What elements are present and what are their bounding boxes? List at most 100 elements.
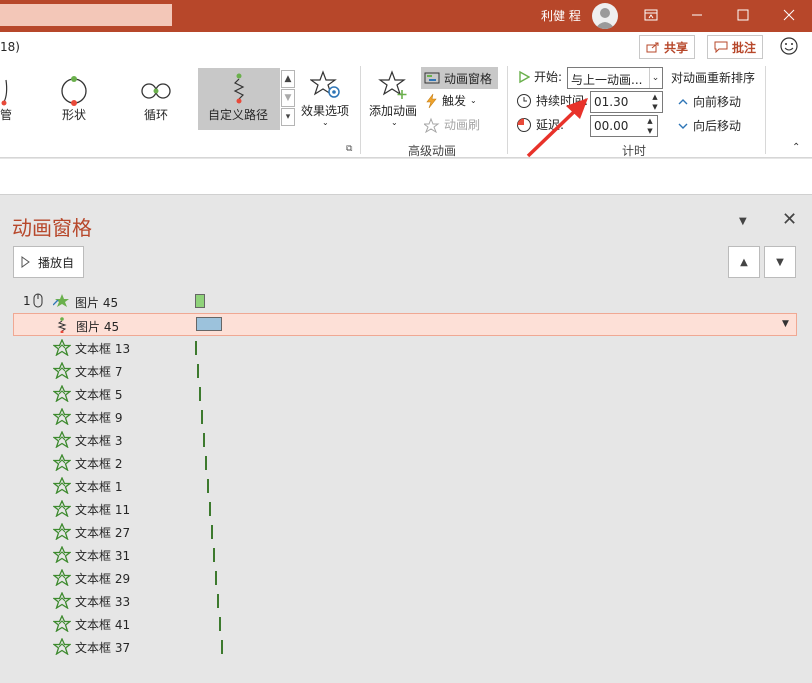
move-up-button[interactable]: ▲ — [728, 246, 760, 278]
delay-field[interactable]: 00.00 ▲ ▼ — [590, 115, 658, 137]
share-button[interactable]: 共享 — [639, 35, 696, 59]
move-earlier-button[interactable]: 向前移动 — [677, 93, 741, 110]
gallery-scroll-down-icon[interactable]: ▼ — [281, 89, 295, 107]
emphasis-effect-icon — [52, 591, 72, 612]
pane-options-chevron-icon[interactable]: ▼ — [739, 216, 747, 227]
animation-list-item[interactable]: 文本框 9 — [13, 405, 797, 428]
avatar[interactable] — [592, 3, 618, 29]
animation-painter-button[interactable]: 动画刷 — [424, 116, 480, 133]
timeline-bar[interactable] — [213, 548, 215, 562]
item-dropdown-icon[interactable]: ▼ — [782, 319, 789, 329]
timeline-bar[interactable] — [209, 502, 211, 516]
move-later-label: 向后移动 — [693, 119, 742, 133]
timeline-bar[interactable] — [196, 317, 222, 331]
timeline-bar[interactable] — [219, 617, 221, 631]
chevron-down-icon[interactable]: ⌄ — [649, 68, 661, 88]
emphasis-effect-icon — [52, 637, 72, 658]
move-later-button[interactable]: 向后移动 — [677, 117, 741, 134]
share-icon — [646, 42, 659, 53]
spin-arrows-icon[interactable]: ▲ ▼ — [644, 116, 656, 136]
gallery-item-custom-path[interactable]: 自定义路径 — [198, 68, 280, 130]
animation-item-name: 文本框 33 — [75, 595, 131, 609]
animation-item-name: 文本框 31 — [75, 549, 131, 563]
animation-list-item[interactable]: 文本框 5 — [13, 382, 797, 405]
play-from-button[interactable]: 播放自 — [13, 246, 84, 278]
start-select[interactable]: 与上一动画... ⌄ — [567, 67, 663, 89]
timeline-bar[interactable] — [205, 456, 207, 470]
timeline-bar[interactable] — [221, 640, 223, 654]
animation-list-item[interactable]: 文本框 33 — [13, 589, 797, 612]
close-window-icon[interactable] — [766, 0, 812, 30]
animation-list-item[interactable]: 文本框 31 — [13, 543, 797, 566]
effect-options-button[interactable]: 效果选项 ⌄ — [298, 68, 354, 138]
animation-list-item[interactable]: 文本框 11 — [13, 497, 797, 520]
gallery-more-icon[interactable]: ▾ — [281, 108, 295, 126]
animation-item-name: 文本框 37 — [75, 641, 131, 655]
emphasis-effect-icon — [52, 545, 72, 566]
emphasis-effect-icon — [52, 522, 72, 543]
trigger-label: 触发 — [442, 94, 467, 108]
gallery-item-label: 自定义路径 — [208, 108, 269, 122]
timeline-bar[interactable] — [211, 525, 213, 539]
chevron-down-icon: ⌄ — [322, 118, 329, 127]
advanced-animation-group-label: 高级动画 — [408, 144, 457, 158]
chevron-down-icon: ⌄ — [470, 96, 477, 105]
animation-item-name: 文本框 9 — [75, 411, 123, 425]
chevron-down-icon: ⌄ — [391, 118, 398, 127]
ribbon-display-options-icon[interactable] — [628, 0, 674, 30]
gallery-item-partial[interactable]: 管 — [0, 70, 36, 126]
animation-list-item[interactable]: 文本框 37 — [13, 635, 797, 658]
gallery-item-shape[interactable]: 形状 — [38, 70, 110, 126]
dialog-launcher-icon[interactable]: ⧉ — [346, 144, 352, 154]
trigger-button[interactable]: 触发 ⌄ — [424, 92, 477, 109]
timeline-bar[interactable] — [199, 387, 201, 401]
gallery-scroll-up-icon[interactable]: ▲ — [281, 70, 295, 88]
maximize-icon[interactable] — [720, 0, 766, 30]
timeline-bar[interactable] — [201, 410, 203, 424]
emphasis-effect-icon — [52, 430, 72, 451]
delay-label: 延迟: — [536, 118, 565, 132]
duration-field[interactable]: 01.30 ▲ ▼ — [590, 91, 663, 113]
timeline-bar[interactable] — [217, 594, 219, 608]
gallery-item-loop[interactable]: 循环 — [120, 70, 192, 126]
animation-item-name: 文本框 2 — [75, 457, 123, 471]
user-name: 利健 程 — [541, 9, 581, 23]
timeline-bar[interactable] — [197, 364, 199, 378]
timeline-bar[interactable] — [195, 341, 197, 355]
title-search-field[interactable] — [0, 4, 172, 26]
animation-list-item[interactable]: 文本框 13 — [13, 336, 797, 359]
animation-pane-button[interactable]: 动画窗格 — [421, 67, 498, 89]
animation-item-name: 文本框 1 — [75, 480, 123, 494]
comments-button[interactable]: 批注 — [707, 35, 764, 59]
animation-list-item[interactable]: 文本框 27 — [13, 520, 797, 543]
animation-list-item[interactable]: 文本框 2 — [13, 451, 797, 474]
close-icon[interactable]: ✕ — [782, 209, 797, 230]
animation-list-item[interactable]: 1 图片 45 — [13, 290, 797, 313]
timeline-bar[interactable] — [195, 294, 205, 308]
delay-clock-icon — [517, 117, 531, 132]
animation-pane-label: 动画窗格 — [444, 71, 493, 86]
animation-list-item[interactable]: 图片 45 ▼ — [13, 313, 797, 336]
animation-list-item[interactable]: 文本框 29 — [13, 566, 797, 589]
emphasis-effect-icon — [52, 407, 72, 428]
start-select-value: 与上一动画... — [571, 73, 643, 87]
timeline-bar[interactable] — [215, 571, 217, 585]
timeline-bar[interactable] — [207, 479, 209, 493]
collapse-ribbon-icon[interactable]: ⌃ — [792, 142, 800, 153]
animation-list-item[interactable]: 文本框 1 — [13, 474, 797, 497]
add-animation-button[interactable]: 添加动画 ⌄ — [366, 68, 420, 136]
animation-list-item[interactable]: 文本框 3 — [13, 428, 797, 451]
timeline-bar[interactable] — [203, 433, 205, 447]
gallery-item-label: 循环 — [144, 108, 169, 122]
group-divider — [507, 66, 508, 154]
delay-value: 00.00 — [594, 119, 629, 133]
spin-arrows-icon[interactable]: ▲ ▼ — [649, 92, 661, 112]
move-earlier-label: 向前移动 — [693, 95, 742, 109]
animation-list-item[interactable]: 文本框 7 — [13, 359, 797, 382]
feedback-smiley-icon[interactable] — [779, 36, 799, 59]
move-down-button[interactable]: ▼ — [764, 246, 796, 278]
chevron-up-icon — [678, 98, 688, 104]
animation-list-item[interactable]: 文本框 41 — [13, 612, 797, 635]
ribbon-tab-row: 18) 共享 批注 — [0, 32, 812, 62]
minimize-icon[interactable] — [674, 0, 720, 30]
